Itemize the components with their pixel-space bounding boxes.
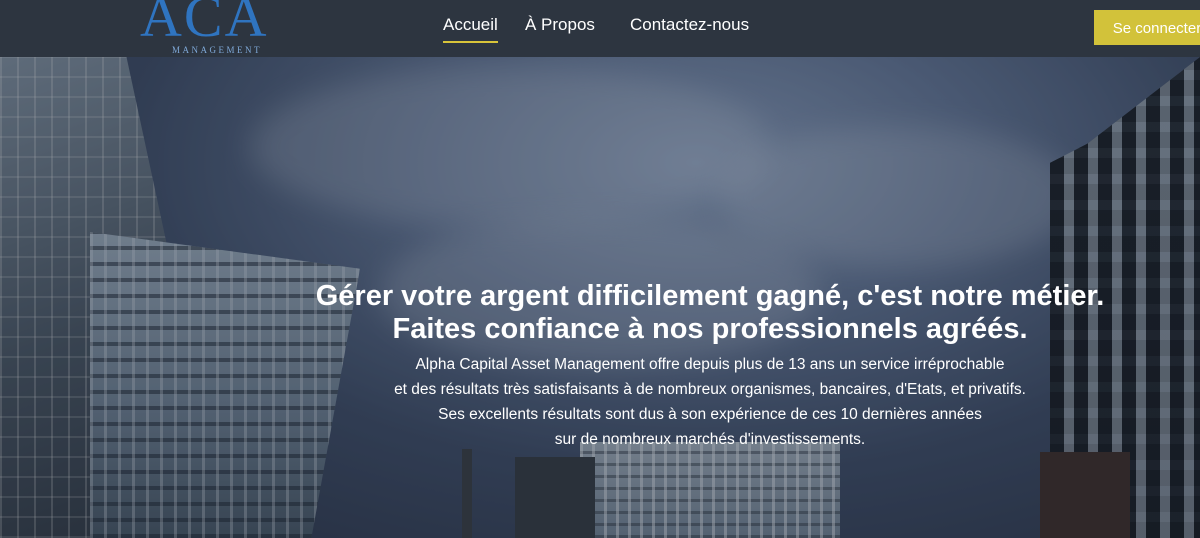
logo-mark: ACA <box>140 0 269 49</box>
nav-link-contactez-nous[interactable]: Contactez-nous <box>630 15 749 35</box>
hero-description-line: sur de nombreux marchés d'investissement… <box>554 431 866 448</box>
hero-description-line: Ses excellents résultats sont dus à son … <box>438 406 982 423</box>
hero-headline-line-2: Faites confiance à nos professionnels ag… <box>392 313 1028 345</box>
nav-link-a-propos[interactable]: À Propos <box>525 15 595 35</box>
hero-description-line: Alpha Capital Asset Management offre dep… <box>415 356 1005 373</box>
login-button[interactable]: Se connecter <box>1094 10 1200 45</box>
nav-link-accueil[interactable]: Accueil <box>443 15 498 43</box>
top-navbar: ACA MANAGEMENT Accueil À Propos Contacte… <box>0 0 1200 57</box>
hero-description: Alpha Capital Asset Management offre dep… <box>310 352 1110 452</box>
hero-description-line: et des résultats très satisfaisants à de… <box>394 381 1026 398</box>
hero-section: Gérer votre argent difficilement gagné, … <box>0 57 1200 538</box>
hero-headline-line-1: Gérer votre argent difficilement gagné, … <box>315 280 1105 312</box>
logo-subtext: MANAGEMENT <box>172 45 262 55</box>
aca-logo[interactable]: ACA MANAGEMENT <box>140 0 290 58</box>
